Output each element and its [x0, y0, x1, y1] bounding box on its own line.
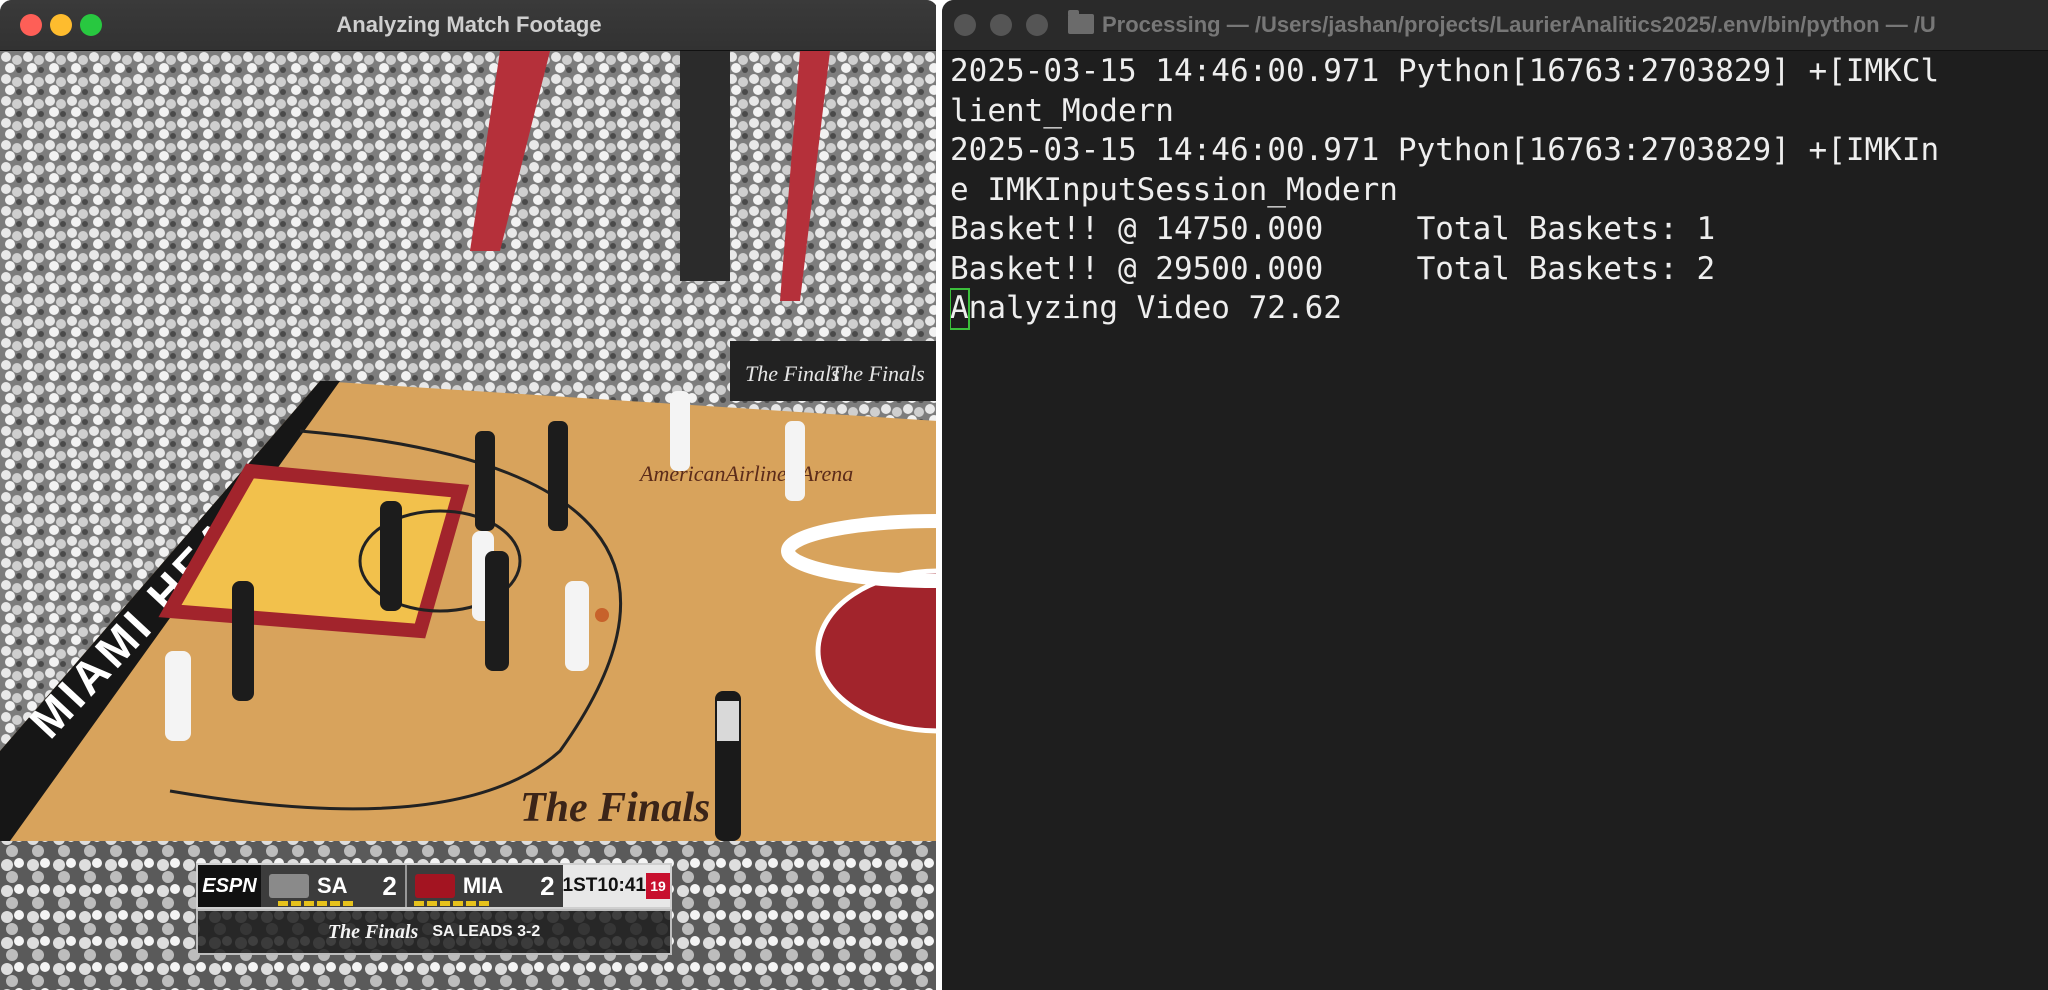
series-status-bar: The Finals SA LEADS 3-2: [196, 901, 672, 955]
basketball-court-scene: The Finals The Finals MIAMI HEAT America…: [0, 51, 938, 990]
timeouts-mia: [414, 901, 489, 907]
team-2-score: 2: [540, 870, 555, 901]
timeouts-sa: [278, 901, 353, 907]
terminal-line: lient_Modern: [950, 92, 1174, 129]
team-1-name: SA: [316, 873, 348, 898]
terminal-line-current: Analyzing Video 72.62: [950, 288, 2048, 330]
terminal-title: Processing — /Users/jashan/projects/Laur…: [1102, 12, 1936, 37]
video-frame: The Finals The Finals MIAMI HEAT America…: [0, 51, 938, 990]
period: 1ST: [562, 875, 598, 896]
game-clock: 1ST 10:41 19: [562, 865, 670, 907]
terminal-cursor: A: [950, 288, 970, 330]
video-window-title: Analyzing Match Footage: [336, 12, 602, 37]
arena-pillar: [680, 51, 730, 281]
finals-logo: The Finals: [327, 920, 419, 943]
terminal-titlebar[interactable]: Processing — /Users/jashan/projects/Laur…: [942, 0, 2048, 51]
clock: 10:41: [597, 875, 646, 896]
finals-floor-logo: The Finals: [520, 785, 710, 831]
shot-clock: 19: [646, 873, 670, 899]
terminal-line: Basket!! @ 29500.000 Total Baskets: 2: [950, 250, 1716, 287]
referee-shirt: [717, 701, 739, 741]
basketball: [595, 608, 609, 622]
terminal-line: 2025-03-15 14:46:00.971 Python[16763:270…: [950, 132, 1940, 168]
team-1-score: 2: [382, 870, 397, 901]
team-2-name: MIA: [462, 873, 504, 898]
terminal-line: Basket!! @ 14750.000 Total Baskets: 1: [950, 211, 1716, 247]
progress-text: nalyzing Video 72.62: [968, 290, 1342, 326]
video-window: Analyzing Match Footage The Finals The F…: [0, 0, 938, 990]
terminal-line: e IMKInputSession_Modern: [950, 171, 1398, 208]
scorebug: ESPN SA 2 MIA 2 1ST 10:41 19 The Finals …: [196, 863, 672, 955]
terminal-output[interactable]: 2025-03-15 14:46:00.971 Python[16763:270…: [950, 52, 2048, 990]
minimize-button[interactable]: [990, 14, 1012, 36]
terminal-window: Processing — /Users/jashan/projects/Laur…: [942, 0, 2048, 990]
folder-icon: [1068, 10, 1094, 34]
series-status: SA LEADS 3-2: [432, 923, 541, 940]
terminal-line: 2025-03-15 14:46:00.971 Python[16763:270…: [950, 53, 1940, 89]
video-window-titlebar[interactable]: Analyzing Match Footage: [0, 0, 938, 51]
close-button[interactable]: [954, 14, 976, 36]
zoom-button[interactable]: [1026, 14, 1048, 36]
heat-logo-icon: [414, 874, 455, 898]
network-logo: ESPN: [198, 865, 261, 907]
spurs-logo-icon: [268, 874, 309, 898]
sign-text: The Finals: [745, 361, 840, 386]
sign-text: The Finals: [830, 361, 925, 386]
